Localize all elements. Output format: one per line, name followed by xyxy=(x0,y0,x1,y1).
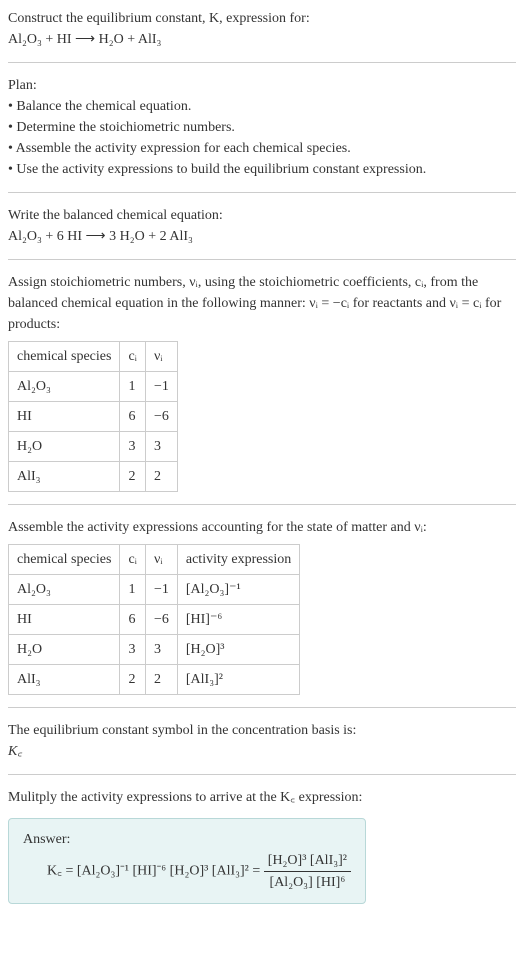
plan-item: • Determine the stoichiometric numbers. xyxy=(8,120,235,135)
table-cell: Al₂O₃ xyxy=(9,372,120,402)
table-cell: [AlI₃]² xyxy=(177,665,299,695)
table-cell: HI xyxy=(9,402,120,432)
table-row: HI 6 −6 [HI]⁻⁶ xyxy=(9,605,300,635)
answer-expression: K꜀ = [Al₂O₃]⁻¹ [HI]⁻⁶ [H₂O]³ [AlI₃]² = [… xyxy=(23,850,351,893)
table-header-row: chemical species cᵢ νᵢ xyxy=(9,342,178,372)
table-header: cᵢ xyxy=(120,545,146,575)
table-row: HI 6 −6 xyxy=(9,402,178,432)
prompt-heading: Construct the equilibrium constant, K, e… xyxy=(8,8,516,50)
activity-section: Assemble the activity expressions accoun… xyxy=(8,517,516,695)
prompt-line1: Construct the equilibrium constant, K, e… xyxy=(8,11,310,26)
divider xyxy=(8,62,516,63)
stoich-table: chemical species cᵢ νᵢ Al₂O₃ 1 −1 HI 6 −… xyxy=(8,341,178,492)
table-cell: −6 xyxy=(145,605,177,635)
table-row: H₂O 3 3 [H₂O]³ xyxy=(9,635,300,665)
table-header: νᵢ xyxy=(145,342,177,372)
table-cell: 6 xyxy=(120,402,146,432)
multiply-line: Mulitply the activity expressions to arr… xyxy=(8,790,362,805)
table-cell: AlI₃ xyxy=(9,462,120,492)
table-cell: Al₂O₃ xyxy=(9,575,120,605)
table-cell: −1 xyxy=(145,575,177,605)
answer-fraction: [H₂O]³ [AlI₃]²[Al₂O₃] [HI]⁶ xyxy=(264,850,351,893)
table-cell: 3 xyxy=(145,432,177,462)
multiply-section: Mulitply the activity expressions to arr… xyxy=(8,787,516,808)
answer-numerator: [H₂O]³ [AlI₃]² xyxy=(264,850,351,872)
table-header: chemical species xyxy=(9,342,120,372)
table-cell: 3 xyxy=(120,432,146,462)
balanced-equation: Al₂O₃ + 6 HI ⟶ 3 H₂O + 2 AlI₃ xyxy=(8,229,193,244)
table-cell: [H₂O]³ xyxy=(177,635,299,665)
divider xyxy=(8,259,516,260)
plan-item: • Use the activity expressions to build … xyxy=(8,162,426,177)
plan-heading: Plan: xyxy=(8,78,37,93)
table-cell: −6 xyxy=(145,402,177,432)
table-header: νᵢ xyxy=(145,545,177,575)
table-cell: AlI₃ xyxy=(9,665,120,695)
activity-table: chemical species cᵢ νᵢ activity expressi… xyxy=(8,544,300,695)
symbol-line1: The equilibrium constant symbol in the c… xyxy=(8,723,356,738)
table-cell: 2 xyxy=(120,462,146,492)
table-cell: [Al₂O₃]⁻¹ xyxy=(177,575,299,605)
stoich-intro: Assign stoichiometric numbers, νᵢ, using… xyxy=(8,275,501,332)
divider xyxy=(8,774,516,775)
table-cell: 2 xyxy=(145,665,177,695)
answer-box: Answer: K꜀ = [Al₂O₃]⁻¹ [HI]⁻⁶ [H₂O]³ [Al… xyxy=(8,818,366,904)
table-cell: H₂O xyxy=(9,635,120,665)
table-cell: 2 xyxy=(145,462,177,492)
activity-intro: Assemble the activity expressions accoun… xyxy=(8,520,427,535)
table-row: AlI₃ 2 2 xyxy=(9,462,178,492)
prompt-equation: Al₂O₃ + HI ⟶ H₂O + AlI₃ xyxy=(8,32,161,47)
table-cell: 2 xyxy=(120,665,146,695)
table-header: activity expression xyxy=(177,545,299,575)
plan-section: Plan: • Balance the chemical equation. •… xyxy=(8,75,516,180)
answer-lhs: K꜀ = [Al₂O₃]⁻¹ [HI]⁻⁶ [H₂O]³ [AlI₃]² = xyxy=(47,864,264,879)
divider xyxy=(8,504,516,505)
table-row: Al₂O₃ 1 −1 [Al₂O₃]⁻¹ xyxy=(9,575,300,605)
table-row: AlI₃ 2 2 [AlI₃]² xyxy=(9,665,300,695)
table-header: chemical species xyxy=(9,545,120,575)
table-row: Al₂O₃ 1 −1 xyxy=(9,372,178,402)
symbol-section: The equilibrium constant symbol in the c… xyxy=(8,720,516,762)
table-cell: 6 xyxy=(120,605,146,635)
table-cell: 3 xyxy=(120,635,146,665)
table-header-row: chemical species cᵢ νᵢ activity expressi… xyxy=(9,545,300,575)
table-cell: HI xyxy=(9,605,120,635)
table-cell: 1 xyxy=(120,372,146,402)
table-row: H₂O 3 3 xyxy=(9,432,178,462)
divider xyxy=(8,707,516,708)
table-cell: H₂O xyxy=(9,432,120,462)
symbol-kc: K꜀ xyxy=(8,744,22,759)
table-cell: 3 xyxy=(145,635,177,665)
table-header: cᵢ xyxy=(120,342,146,372)
table-cell: [HI]⁻⁶ xyxy=(177,605,299,635)
balanced-heading: Write the balanced chemical equation: xyxy=(8,208,223,223)
answer-label: Answer: xyxy=(23,832,70,847)
balanced-section: Write the balanced chemical equation: Al… xyxy=(8,205,516,247)
divider xyxy=(8,192,516,193)
plan-item: • Assemble the activity expression for e… xyxy=(8,141,351,156)
answer-denominator: [Al₂O₃] [HI]⁶ xyxy=(264,872,351,893)
table-cell: 1 xyxy=(120,575,146,605)
table-cell: −1 xyxy=(145,372,177,402)
stoich-section: Assign stoichiometric numbers, νᵢ, using… xyxy=(8,272,516,492)
plan-item: • Balance the chemical equation. xyxy=(8,99,191,114)
